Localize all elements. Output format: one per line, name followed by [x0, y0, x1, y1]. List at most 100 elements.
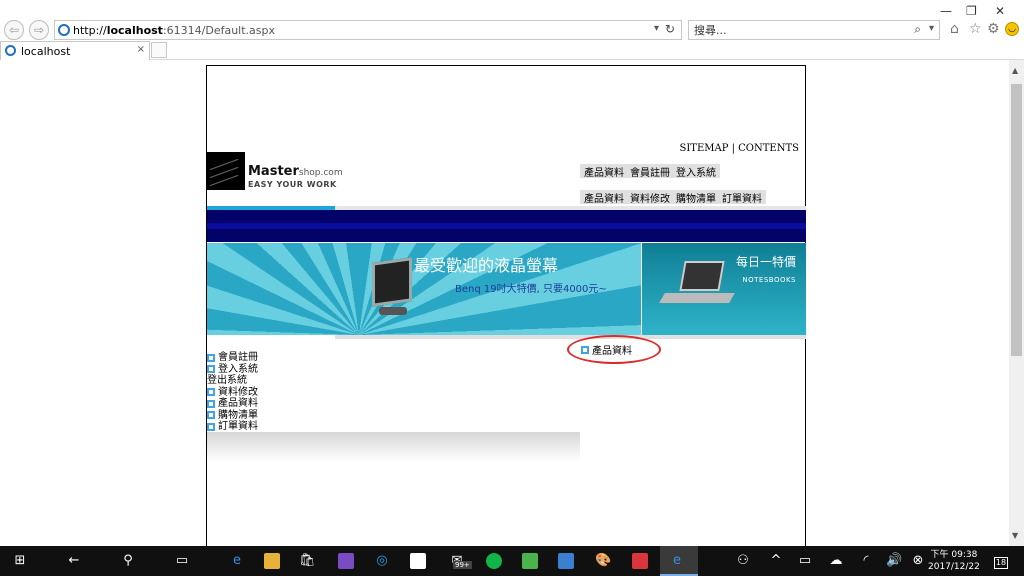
visual-studio-icon[interactable] — [338, 553, 354, 569]
banner-divider — [335, 335, 806, 339]
minimize-icon[interactable]: — — [940, 4, 952, 18]
tab-close-icon[interactable]: × — [137, 44, 145, 55]
chevron-up-icon[interactable]: ^ — [768, 553, 784, 569]
menu-item-register[interactable]: 會員註冊 — [630, 164, 670, 179]
windows-start-icon[interactable]: ⊞ — [12, 553, 28, 569]
side-item-shopping-list[interactable]: 購物清單 — [207, 410, 258, 422]
clock-date: 2017/12/22 — [928, 562, 980, 572]
tab-localhost[interactable]: localhost × — [0, 41, 150, 60]
media-player-icon[interactable]: ◎ — [374, 553, 390, 569]
side-item-login[interactable]: 登入系統 — [207, 364, 258, 376]
brand-main: Master — [248, 164, 299, 179]
volume-icon[interactable]: 🔊 — [886, 553, 902, 569]
banner-daily-deal[interactable]: 每日一特價 NOTESBOOKS — [642, 243, 806, 335]
wifi-icon[interactable]: ◜ — [858, 553, 874, 569]
laptop-image — [679, 261, 725, 291]
side-menu-shadow — [207, 432, 580, 462]
web-page: SITEMAP | CONTENTS Mastershop.com EASY Y… — [206, 65, 806, 546]
clock-time: 下午 09:38 — [930, 550, 978, 560]
search-input[interactable]: 搜尋... ⌕ ▾ — [688, 20, 940, 40]
category-label: 產品資料 — [592, 346, 632, 357]
scroll-down-icon[interactable]: ▼ — [1012, 531, 1018, 540]
back-nav-icon[interactable]: ← — [66, 553, 82, 569]
url-prefix: http:// — [73, 23, 107, 37]
back-button[interactable]: ⇦ — [4, 20, 24, 40]
top-menu: 產品資料 會員註冊 登入系統 — [580, 164, 720, 179]
menu-item-edit-profile[interactable]: 資料修改 — [630, 190, 670, 205]
menu-item-products-2[interactable]: 產品資料 — [584, 190, 624, 205]
cloud-icon[interactable]: ☁ — [828, 553, 844, 569]
favorites-star-icon[interactable]: ☆ — [969, 21, 982, 37]
search-icon[interactable]: ⚲ — [120, 553, 136, 569]
url-tail: :61314/Default.aspx — [162, 23, 276, 37]
menu-item-orders[interactable]: 訂單資料 — [722, 190, 762, 205]
square-bullet-icon — [581, 345, 589, 354]
square-bullet-icon — [207, 388, 215, 397]
refresh-icon[interactable]: ↻ — [665, 22, 675, 36]
forward-button[interactable]: ⇨ — [29, 20, 49, 40]
daily-deal-title: 每日一特價 — [735, 255, 796, 269]
vertical-scrollbar[interactable]: ▲ ▼ — [1009, 60, 1024, 546]
square-bullet-icon — [207, 422, 215, 431]
brand-suffix: shop.com — [298, 168, 343, 178]
side-item-edit-profile[interactable]: 資料修改 — [207, 387, 258, 399]
address-bar[interactable]: http://localhost:61314/Default.aspx ▾ ↻ — [54, 20, 682, 40]
tab-title: localhost — [21, 44, 71, 58]
paint-icon[interactable]: 🎨 — [595, 553, 611, 569]
ime-icon[interactable]: ⊗ — [910, 553, 926, 569]
side-item-logout[interactable]: 登出系統 — [207, 375, 258, 387]
search-dropdown-icon[interactable]: ▾ — [929, 23, 934, 34]
scroll-up-icon[interactable]: ▲ — [1012, 66, 1018, 75]
banner-title: 最受歡迎的液晶螢幕 — [414, 256, 559, 275]
google-icon[interactable] — [410, 553, 426, 569]
logo-mark — [207, 152, 245, 190]
task-view-icon[interactable]: ▭ — [174, 553, 190, 569]
browser-chrome: ⇦ ⇨ http://localhost:61314/Default.aspx … — [0, 0, 1024, 60]
sitemap-link[interactable]: SITEMAP | CONTENTS — [679, 143, 799, 154]
gear-icon[interactable]: ⚙ — [987, 21, 1000, 37]
search-icon[interactable]: ⌕ — [914, 22, 921, 37]
mail-badge: 99+ — [453, 561, 472, 569]
menu-item-shopping-list[interactable]: 購物清單 — [676, 190, 716, 205]
tab-ie-icon — [5, 45, 16, 56]
battery-icon[interactable]: ▭ — [797, 553, 813, 569]
side-item-orders[interactable]: 訂單資料 — [207, 421, 258, 433]
people-icon[interactable]: ⚇ — [735, 553, 751, 569]
edge-icon[interactable]: e — [229, 553, 245, 569]
new-tab-button[interactable] — [151, 42, 167, 58]
daily-deal-sub: NOTESBOOKS — [742, 276, 796, 284]
monitor-image — [372, 257, 412, 307]
side-item-register[interactable]: 會員註冊 — [207, 352, 258, 364]
square-bullet-icon — [207, 411, 215, 420]
menu-item-login[interactable]: 登入系統 — [676, 164, 716, 179]
clock[interactable]: 下午 09:38 2017/12/22 — [928, 549, 980, 573]
forward-arrow-icon: ⇨ — [33, 23, 45, 37]
back-arrow-icon: ⇦ — [8, 23, 20, 37]
restore-icon[interactable]: ❐ — [966, 4, 977, 18]
search-placeholder: 搜尋... — [694, 24, 727, 37]
url-host: localhost — [106, 23, 163, 37]
app-icon[interactable] — [558, 553, 574, 569]
notification-center-icon[interactable]: 18 — [994, 557, 1008, 569]
banner-subtitle: Benq 19吋大特價, 只要4000元~ — [455, 284, 607, 295]
side-item-products[interactable]: 產品資料 — [207, 398, 258, 410]
store-icon[interactable]: 🛍 — [299, 553, 316, 569]
news-icon[interactable] — [632, 553, 648, 569]
internet-explorer-icon[interactable]: e — [669, 553, 685, 569]
side-menu: 會員註冊 登入系統 登出系統 資料修改 產品資料 購物清單 訂單資料 — [207, 352, 258, 433]
office-icon[interactable] — [522, 553, 538, 569]
close-window-icon[interactable]: ✕ — [995, 4, 1005, 18]
brand-name: Mastershop.com — [248, 164, 343, 179]
banner-lcd[interactable]: 最受歡迎的液晶螢幕 Benq 19吋大特價, 只要4000元~ — [207, 243, 641, 335]
navy-band — [207, 210, 806, 242]
category-product-link[interactable]: 產品資料 — [581, 342, 632, 357]
brand-tagline: EASY YOUR WORK — [248, 180, 337, 189]
smiley-feedback-icon[interactable]: ◡ — [1005, 22, 1019, 36]
menu-item-products[interactable]: 產品資料 — [584, 164, 624, 179]
scroll-thumb[interactable] — [1011, 84, 1022, 356]
file-explorer-icon[interactable] — [264, 553, 280, 569]
line-icon[interactable] — [486, 553, 502, 569]
ie-icon — [58, 24, 70, 36]
address-dropdown-icon[interactable]: ▾ — [654, 23, 659, 34]
home-icon[interactable]: ⌂ — [950, 21, 959, 37]
